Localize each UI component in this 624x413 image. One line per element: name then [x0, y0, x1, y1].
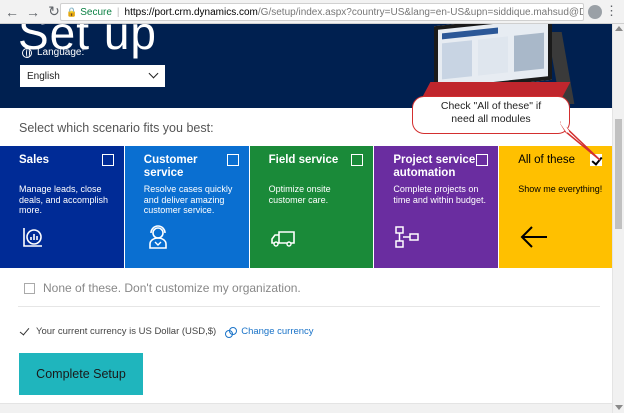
tile-title: Sales: [19, 154, 50, 166]
truck-icon: [270, 231, 295, 247]
vertical-scrollbar[interactable]: [612, 24, 624, 413]
back-icon[interactable]: ←: [3, 3, 21, 21]
tile-description: Resolve cases quickly and deliver amazin…: [143, 184, 233, 215]
scenario-tiles: Sales Manage leads, close deals, and acc…: [0, 146, 612, 268]
tile-title: Customer service: [143, 154, 198, 179]
tile-title: Field service: [268, 154, 339, 166]
tile-description: Manage leads, close deals, and accomplis…: [19, 184, 109, 215]
browser-menu-icon[interactable]: ⋮: [605, 4, 618, 18]
language-select[interactable]: English: [20, 65, 165, 87]
tile-field-service[interactable]: Field service Optimize onsite customer c…: [249, 146, 374, 268]
coins-icon: [225, 326, 238, 338]
change-currency-link[interactable]: Change currency: [241, 326, 313, 337]
annotation-callout: Check "All of these" if need all modules: [412, 96, 570, 134]
tile-checkbox[interactable]: [101, 154, 114, 166]
complete-setup-button[interactable]: Complete Setup: [19, 353, 143, 395]
tile-checkbox[interactable]: [351, 154, 364, 166]
tile-sales[interactable]: Sales Manage leads, close deals, and acc…: [0, 146, 124, 268]
secure-label: Secure: [80, 6, 112, 18]
none-option[interactable]: None of these. Don't customize my organi…: [24, 281, 301, 295]
horizontal-scrollbar[interactable]: [0, 403, 612, 413]
tile-project-service-automation[interactable]: Project service automation Complete proj…: [374, 146, 499, 268]
url-path: /G/setup/index.aspx?country=US&lang=en-U…: [257, 6, 583, 18]
none-option-label: None of these. Don't customize my organi…: [43, 281, 301, 295]
scenario-prompt: Select which scenario fits you best:: [19, 121, 214, 135]
scroll-up-icon[interactable]: [615, 26, 623, 31]
tile-checkbox[interactable]: [476, 154, 489, 166]
currency-row: Your current currency is US Dollar (USD,…: [19, 324, 314, 338]
headset-icon: [148, 225, 167, 249]
tile-all-of-these[interactable]: All of these Show me everything!: [499, 146, 612, 268]
address-bar[interactable]: 🔒 Secure | https://port.crm.dynamics.com…: [60, 3, 584, 21]
flowchart-icon: [395, 226, 420, 248]
scroll-down-icon[interactable]: [615, 405, 623, 410]
callout-line-2: need all modules: [451, 113, 531, 125]
arrow-left-icon: [520, 226, 548, 248]
chart-icon: [23, 228, 42, 247]
extension-icon[interactable]: [588, 5, 602, 19]
tile-description: Optimize onsite customer care.: [268, 184, 331, 205]
tile-description: Show me everything!: [518, 184, 603, 194]
lock-icon: 🔒: [66, 6, 78, 17]
language-label-text: Language:: [37, 47, 85, 58]
callout-pointer: [560, 121, 601, 161]
callout-line-1: Check "All of these" if: [440, 100, 542, 112]
language-label: Language:: [22, 47, 84, 58]
browser-toolbar: ← → ↻ 🔒 Secure | https://port.crm.dynami…: [0, 0, 624, 24]
divider: [18, 306, 600, 307]
address-separator: |: [116, 6, 120, 18]
chevron-down-icon: [148, 68, 159, 79]
tile-description: Complete projects on time and within bud…: [393, 184, 486, 205]
url-host: https://port.crm.dynamics.com: [124, 6, 258, 18]
tile-customer-service[interactable]: Customer service Resolve cases quickly a…: [124, 146, 249, 268]
globe-icon: [22, 47, 32, 58]
none-checkbox[interactable]: [24, 282, 35, 294]
language-select-value: English: [27, 70, 60, 82]
tile-title: Project service automation: [393, 154, 476, 179]
checkmark-icon: [19, 324, 30, 336]
currency-text: Your current currency is US Dollar (USD,…: [36, 326, 217, 337]
tile-checkbox[interactable]: [226, 154, 239, 166]
scroll-thumb[interactable]: [615, 119, 622, 229]
forward-icon[interactable]: →: [24, 3, 42, 21]
